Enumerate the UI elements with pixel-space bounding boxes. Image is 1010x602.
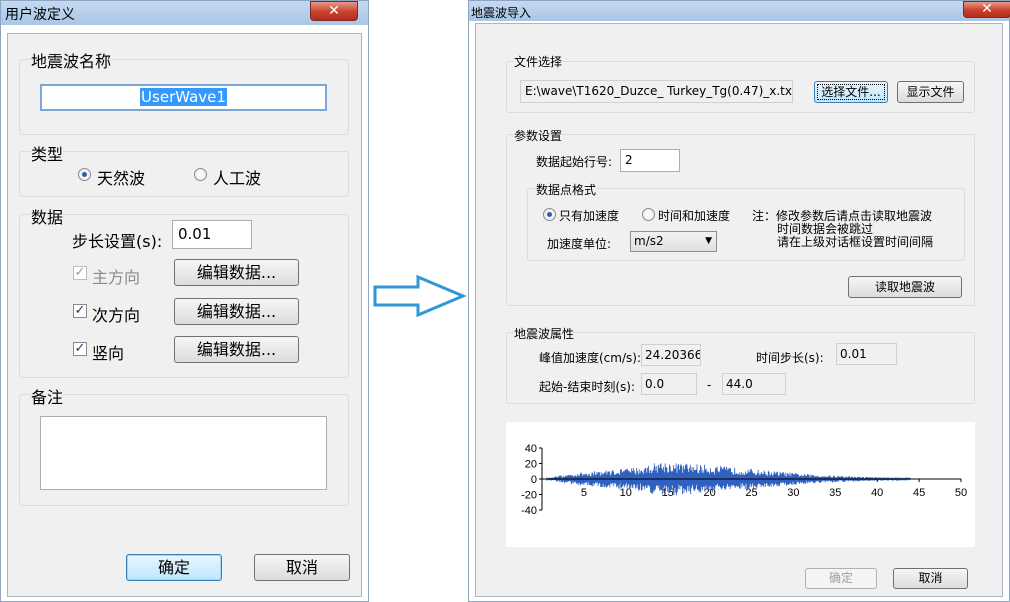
artificial-wave-label: 人工波 (213, 169, 262, 188)
note-line-3: 请在上级对话框设置时间间隔 (777, 235, 934, 249)
chevron-down-icon: ▼ (705, 236, 712, 246)
acceleration-only-label: 只有加速度 (559, 209, 620, 223)
range-dash: - (707, 378, 712, 392)
right-arrow-icon (373, 274, 467, 318)
acceleration-unit-value: m/s2 (634, 234, 664, 248)
ok-button[interactable]: 确定 (126, 554, 222, 581)
name-group-label: 地震波名称 (31, 48, 112, 72)
time-and-acceleration-radio[interactable] (642, 208, 655, 221)
remark-group-label: 备注 (31, 384, 64, 408)
read-wave-button[interactable]: 读取地震波 (848, 276, 962, 298)
window-title: 用户波定义 (5, 7, 75, 23)
main-direction-checkbox[interactable]: ✓ (73, 266, 87, 280)
start-row-input[interactable]: 2 (620, 149, 680, 172)
x-tick-label: 5 (581, 487, 587, 499)
x-tick-label: 30 (787, 487, 799, 499)
start-time-field: 0.0 (641, 373, 697, 395)
time-step-value: 0.01 (840, 347, 867, 361)
waveform-chart: 40200-20-40 5 10 15 20 25 30 35 40 45 50 (521, 443, 967, 517)
remark-textarea[interactable] (40, 416, 327, 490)
x-tick-label: 50 (955, 487, 967, 499)
end-time-field: 44.0 (722, 373, 786, 395)
close-icon[interactable]: ✕ (963, 1, 1010, 18)
x-tick-label: 35 (829, 487, 841, 499)
secondary-direction-checkbox[interactable]: ✓ (73, 304, 87, 318)
params-group-label: 参数设置 (514, 127, 563, 144)
x-tick-label: 10 (620, 487, 632, 499)
cancel-button[interactable]: 取消 (893, 568, 968, 589)
time-and-acceleration-label: 时间和加速度 (658, 209, 731, 223)
y-tick-label: -40 (521, 505, 537, 517)
natural-wave-radio[interactable] (78, 168, 91, 181)
step-value: 0.01 (178, 225, 212, 243)
wave-properties-label: 地震波属性 (514, 325, 575, 342)
step-label: 步长设置(s): (72, 232, 163, 251)
file-path-value: E:\wave\T1620_Duzce_ Turkey_Tg(0.47)_x.t… (525, 84, 793, 98)
y-tick-label: -20 (521, 490, 537, 502)
step-input[interactable]: 0.01 (172, 220, 252, 249)
cancel-button[interactable]: 取消 (254, 554, 350, 581)
title-bar: 用户波定义 ✕ (1, 1, 368, 25)
end-time-value: 44.0 (726, 377, 753, 391)
acceleration-only-radio[interactable] (543, 208, 556, 221)
acceleration-unit-select[interactable]: m/s2 ▼ (630, 231, 717, 252)
peak-acceleration-label: 峰值加速度(cm/s): (539, 351, 641, 365)
edit-main-data-button[interactable]: 编辑数据... (174, 259, 299, 286)
edit-secondary-data-button[interactable]: 编辑数据... (174, 298, 299, 325)
close-icon[interactable]: ✕ (310, 1, 358, 21)
vertical-label: 竖向 (92, 344, 125, 363)
x-tick-label: 40 (871, 487, 883, 499)
waveform-chart-panel: 40 20 0 -20 -40 5 10 15 20 25 30 35 40 45 50 (506, 422, 975, 547)
wave-name-value: UserWave1 (140, 88, 227, 106)
secondary-direction-label: 次方向 (92, 306, 141, 325)
wave-import-dialog: 地震波导入 ✕ 文件选择 E:\wave\T1620_Duzce_ Turkey… (468, 0, 1010, 602)
data-format-label: 数据点格式 (536, 181, 597, 198)
vertical-checkbox[interactable]: ✓ (73, 342, 87, 356)
file-select-label: 文件选择 (514, 53, 563, 70)
edit-vertical-data-button[interactable]: 编辑数据... (174, 336, 299, 363)
show-file-button[interactable]: 显示文件 (897, 81, 964, 103)
start-row-label: 数据起始行号: (536, 155, 613, 169)
title-bar: 地震波导入 ✕ (469, 1, 1010, 21)
type-group (19, 151, 349, 197)
x-tick-label: 45 (913, 487, 925, 499)
type-group-label: 类型 (31, 141, 64, 165)
peak-acceleration-value: 24.203661 (645, 348, 700, 362)
window-title: 地震波导入 (471, 6, 532, 20)
user-wave-dialog: 用户波定义 ✕ 地震波名称 UserWave1 类型 天然波 人工波 数据 步长… (0, 0, 369, 602)
wave-name-input[interactable]: UserWave1 (40, 84, 327, 111)
choose-file-button[interactable]: 选择文件... (814, 81, 888, 103)
ok-button-disabled[interactable]: 确定 (805, 568, 877, 589)
y-tick-label: 40 (525, 443, 537, 455)
start-row-value: 2 (625, 153, 633, 167)
data-group-label: 数据 (31, 204, 64, 228)
artificial-wave-radio[interactable] (194, 168, 207, 181)
acceleration-unit-label: 加速度单位: (547, 237, 612, 251)
y-tick-label: 0 (531, 474, 537, 486)
y-tick-label: 20 (525, 459, 537, 471)
start-end-time-label: 起始-结束时刻(s): (539, 380, 635, 394)
file-path-field: E:\wave\T1620_Duzce_ Turkey_Tg(0.47)_x.t… (520, 80, 793, 103)
start-time-value: 0.0 (645, 377, 665, 391)
time-step-label: 时间步长(s): (756, 351, 824, 365)
peak-acceleration-field: 24.203661 (641, 344, 701, 366)
main-direction-label: 主方向 (92, 268, 141, 287)
natural-wave-label: 天然波 (97, 169, 146, 188)
time-step-field: 0.01 (836, 343, 897, 365)
